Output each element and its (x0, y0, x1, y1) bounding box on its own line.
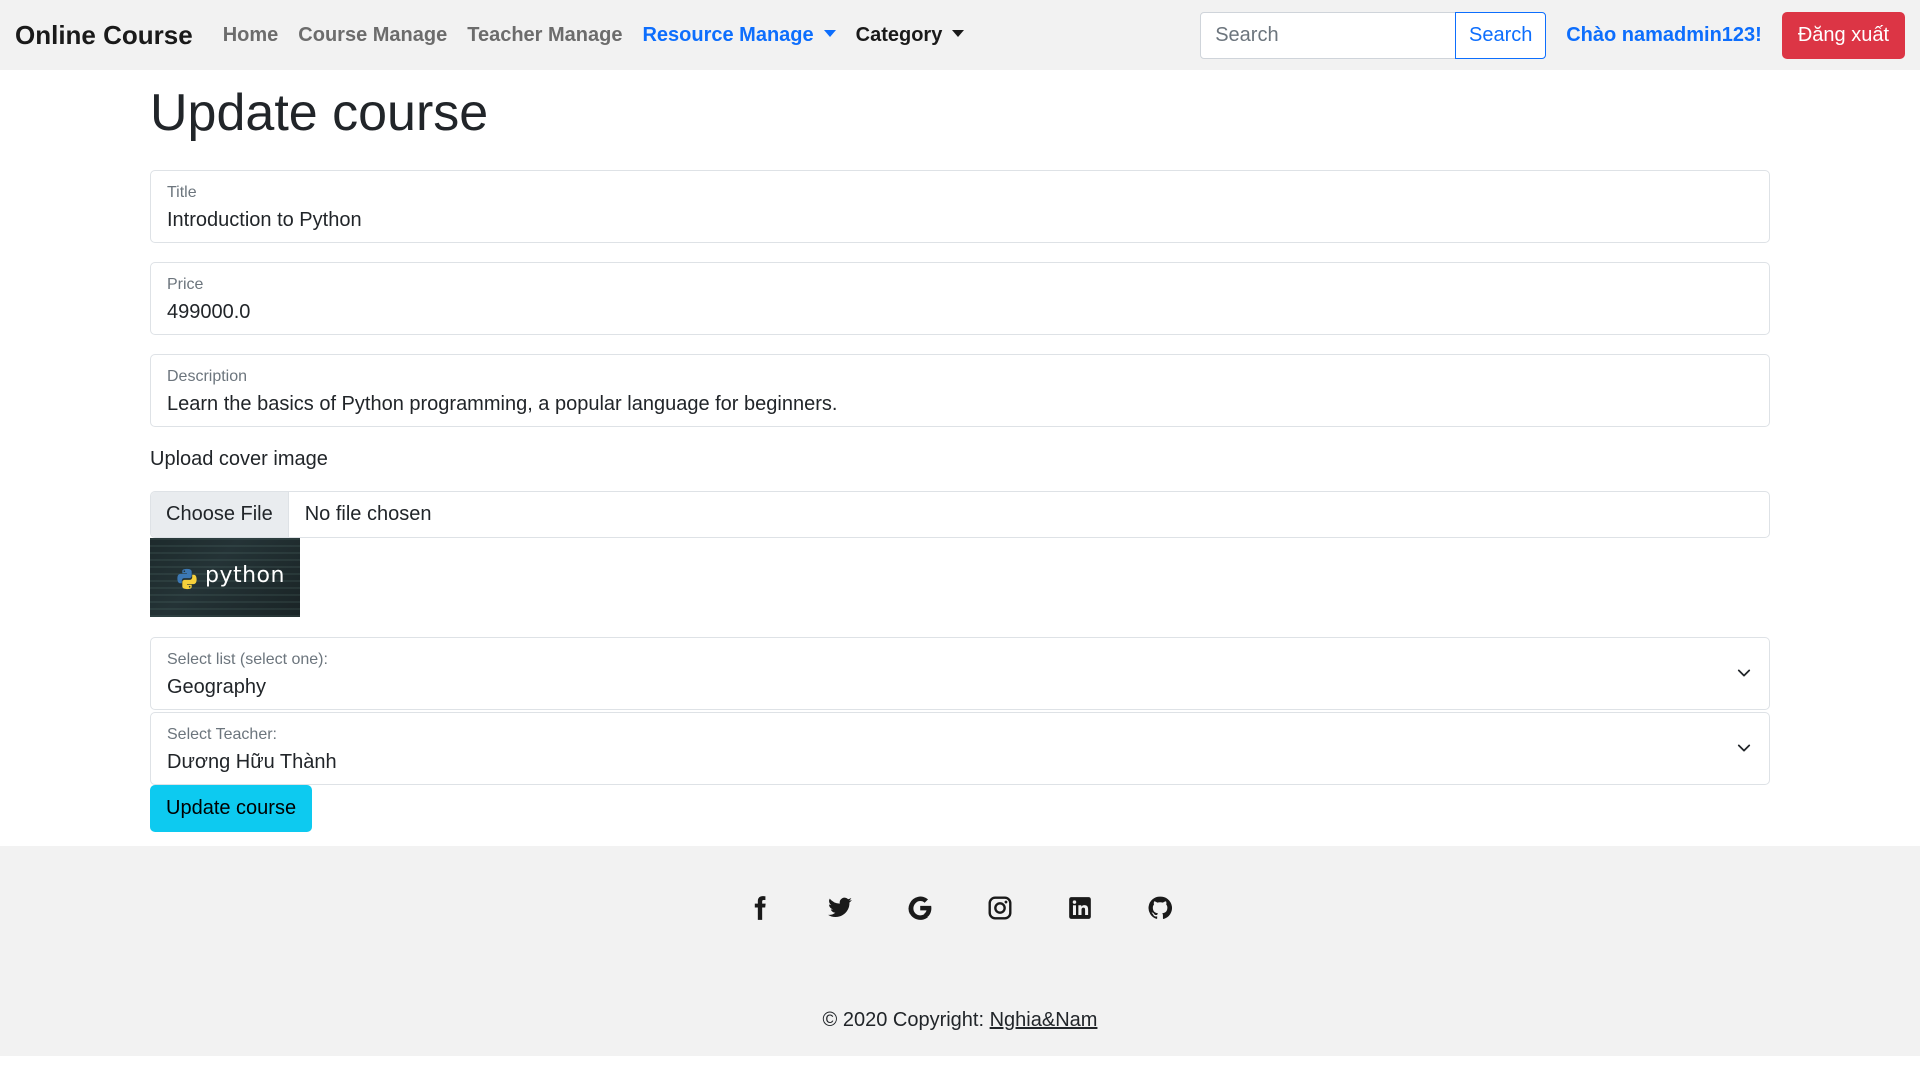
facebook-icon (754, 896, 766, 920)
github-link[interactable] (1120, 888, 1200, 928)
category-select-value[interactable]: Geography (167, 674, 1753, 700)
copyright-text: © 2020 Copyright: Nghia&Nam (0, 1009, 1920, 1032)
brand-logo[interactable]: Online Course (15, 20, 193, 51)
price-field-label: Price (167, 276, 204, 293)
file-status-text: No file chosen (304, 503, 432, 525)
update-course-button[interactable]: Update course (150, 785, 313, 832)
teacher-select-value[interactable]: Dương Hữu Thành (167, 749, 1753, 775)
logout-button[interactable]: Đăng xuất (1781, 11, 1905, 59)
instagram-icon (988, 896, 1012, 920)
chevron-down-icon (1737, 744, 1751, 752)
nav-resource-manage-dropdown[interactable]: Resource Manage (642, 23, 836, 47)
description-field-label: Description (167, 368, 248, 385)
page-title: Update course (150, 84, 489, 142)
copyright-prefix: © 2020 Copyright: (822, 1009, 990, 1031)
caret-down-icon (952, 29, 965, 37)
upload-cover-label: Upload cover image (150, 448, 328, 470)
price-field-value[interactable]: 499000.0 (167, 299, 1753, 325)
nav-category-dropdown[interactable]: Category (856, 24, 965, 47)
linkedin-link[interactable] (1040, 888, 1120, 928)
facebook-link[interactable] (720, 888, 800, 928)
nav-course-manage[interactable]: Course Manage (298, 24, 447, 47)
copyright-link[interactable]: Nghia&Nam (990, 1009, 1098, 1031)
cover-image-text: python (205, 563, 285, 588)
nav-home[interactable]: Home (223, 24, 279, 47)
teacher-select[interactable]: Select Teacher: Dương Hữu Thành (150, 712, 1770, 785)
main-content: Update course Title Introduction to Pyth… (150, 70, 1770, 832)
teacher-select-label: Select Teacher: (167, 726, 277, 743)
python-logo-icon (177, 568, 197, 590)
social-links (0, 888, 1920, 928)
price-field[interactable]: Price 499000.0 (150, 262, 1770, 335)
category-select[interactable]: Select list (select one): Geography (150, 637, 1770, 710)
linkedin-icon (1069, 897, 1091, 919)
title-field-label: Title (167, 184, 197, 201)
google-link[interactable] (880, 888, 960, 928)
nav-teacher-manage[interactable]: Teacher Manage (467, 24, 622, 47)
caret-down-icon (823, 29, 836, 37)
description-field-value[interactable]: Learn the basics of Python programming, … (167, 391, 1753, 417)
navbar: Online Course Home Course Manage Teacher… (0, 0, 1920, 70)
instagram-link[interactable] (960, 888, 1040, 928)
description-field[interactable]: Description Learn the basics of Python p… (150, 354, 1770, 427)
search-button[interactable]: Search (1455, 11, 1547, 59)
category-select-label: Select list (select one): (167, 651, 328, 668)
choose-file-button[interactable]: Choose File (151, 492, 289, 537)
cover-image-preview: python (150, 538, 300, 617)
footer: © 2020 Copyright: Nghia&Nam (0, 846, 1920, 1056)
twitter-icon (828, 897, 852, 918)
nav-category-label: Category (855, 23, 943, 46)
nav-resource-manage-label: Resource Manage (642, 23, 814, 46)
nav-right: Search Chào namadmin123! Đăng xuất (1200, 11, 1905, 59)
google-icon (908, 896, 932, 920)
twitter-link[interactable] (800, 888, 880, 928)
title-field-value[interactable]: Introduction to Python (167, 207, 1753, 233)
nav-links: Home Course Manage Teacher Manage Resour… (223, 24, 985, 47)
search-input[interactable] (1200, 11, 1457, 59)
chevron-down-icon (1737, 669, 1751, 677)
github-icon (1148, 896, 1173, 919)
file-upload-input[interactable]: Choose File No file chosen (150, 491, 1770, 538)
user-greeting[interactable]: Chào namadmin123! (1566, 24, 1762, 47)
title-field[interactable]: Title Introduction to Python (150, 170, 1770, 243)
